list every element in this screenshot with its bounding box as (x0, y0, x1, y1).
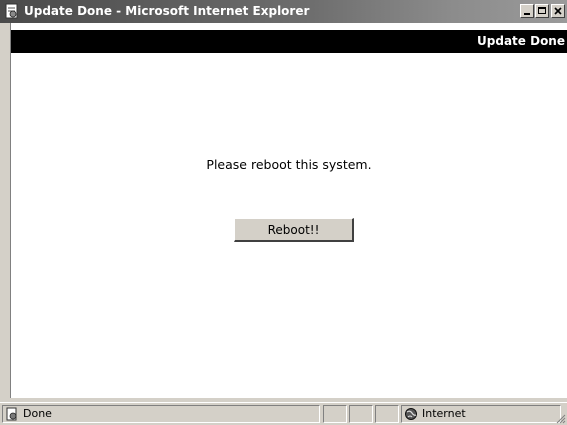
close-button[interactable] (551, 4, 565, 18)
page-done-icon (6, 407, 17, 421)
browser-window: Update Done - Microsoft Internet Explore… (0, 0, 567, 425)
status-text: Done (23, 407, 52, 420)
security-zone-panel[interactable]: Internet (401, 405, 561, 423)
title-bar[interactable]: Update Done - Microsoft Internet Explore… (0, 0, 567, 23)
globe-icon (405, 408, 417, 420)
reboot-message: Please reboot this system. (206, 157, 372, 172)
maximize-icon (538, 7, 546, 14)
page-header-band: Update Done (11, 30, 567, 53)
status-panel-1 (323, 405, 347, 423)
status-panel-2 (349, 405, 373, 423)
resize-grip-icon[interactable] (554, 412, 566, 424)
reboot-button[interactable]: Reboot!! (234, 218, 354, 242)
page-header-title: Update Done (477, 34, 565, 48)
status-text-panel: Done (2, 405, 320, 423)
maximize-button[interactable] (535, 4, 549, 18)
minimize-button[interactable] (520, 4, 534, 18)
ie-page-icon (5, 3, 18, 19)
minimize-icon (524, 13, 530, 15)
window-title: Update Done - Microsoft Internet Explore… (24, 4, 310, 18)
page-content: Update Done Please reboot this system. R… (10, 23, 567, 398)
status-bar: Done Internet (0, 402, 567, 425)
zone-text: Internet (422, 407, 466, 420)
status-panel-3 (375, 405, 399, 423)
close-icon (554, 7, 562, 15)
